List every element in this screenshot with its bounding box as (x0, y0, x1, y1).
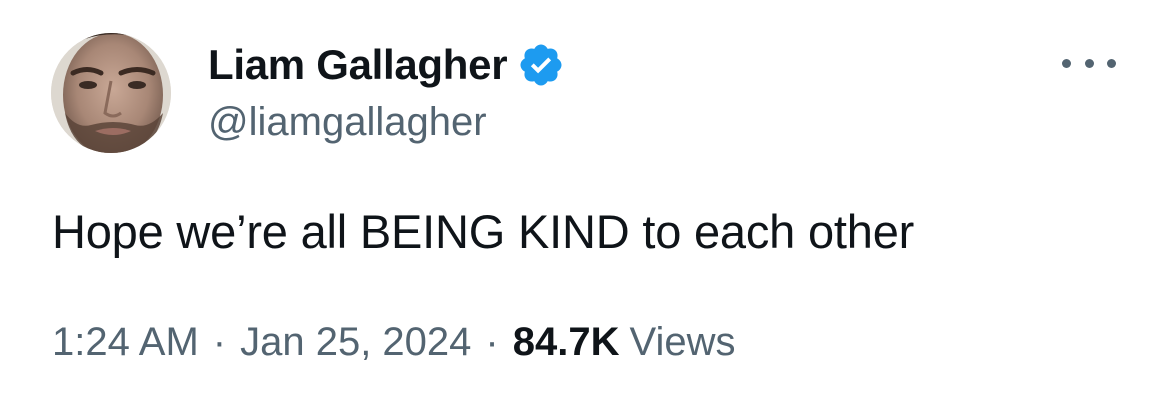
tweet-meta: 1:24 AM · Jan 25, 2024 · 84.7K Views (52, 320, 735, 365)
meta-separator: · (485, 320, 499, 364)
avatar[interactable] (51, 33, 171, 153)
meta-separator: · (212, 320, 227, 364)
author-name-row: Liam Gallagher (208, 40, 565, 90)
tweet-card: Liam Gallagher @liamgallagher Hope we’re… (0, 0, 1170, 410)
author-display-name[interactable]: Liam Gallagher (208, 41, 508, 89)
tweet-date[interactable]: Jan 25, 2024 (240, 320, 471, 365)
more-dot (1062, 58, 1071, 68)
author-handle[interactable]: @liamgallagher (208, 100, 487, 145)
views-count[interactable]: 84.7K (513, 320, 620, 365)
views-label: Views (629, 320, 736, 364)
avatar-image (51, 33, 171, 153)
verified-badge-icon[interactable] (517, 41, 565, 89)
more-dot (1107, 58, 1116, 68)
more-dot (1084, 58, 1094, 68)
tweet-text: Hope we’re all BEING KIND to each other (52, 205, 915, 258)
more-options-icon[interactable] (1062, 50, 1116, 76)
tweet-time[interactable]: 1:24 AM (52, 320, 199, 365)
